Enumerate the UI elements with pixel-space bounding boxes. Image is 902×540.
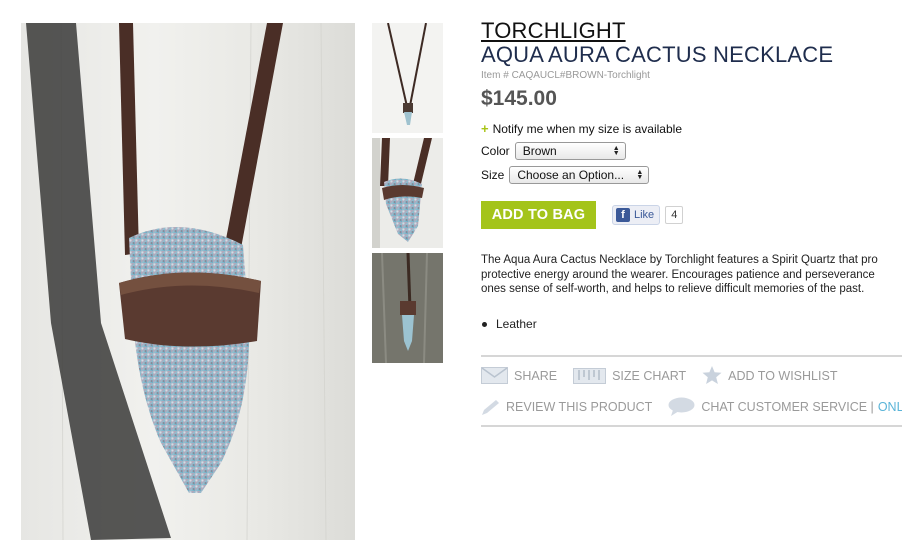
chat-label: CHAT CUSTOMER SERVICE | <box>701 400 874 414</box>
notify-link[interactable]: + Notify me when my size is available <box>481 121 902 136</box>
size-select-value: Choose an Option... <box>517 168 625 182</box>
thumbnail-1[interactable] <box>372 23 443 133</box>
size-chart-button[interactable]: SIZE CHART <box>573 367 687 384</box>
list-item: Leather <box>481 317 537 331</box>
speech-bubble-icon <box>668 397 695 416</box>
size-chart-label: SIZE CHART <box>612 368 687 383</box>
size-label: Size <box>481 168 505 182</box>
review-button[interactable]: REVIEW THIS PRODUCT <box>481 399 652 416</box>
buy-row: ADD TO BAG f Like 4 <box>481 201 684 229</box>
notify-label: Notify me when my size is available <box>492 121 682 136</box>
facebook-like-button[interactable]: f Like <box>612 205 661 225</box>
chat-button[interactable]: CHAT CUSTOMER SERVICE | ONLINE <box>668 397 902 417</box>
divider <box>481 355 902 357</box>
share-button[interactable]: SHARE <box>481 367 557 384</box>
product-info: TORCHLIGHT AQUA AURA CACTUS NECKLACE Ite… <box>481 18 902 184</box>
materials-list: Leather <box>481 317 537 331</box>
thumbnail-2[interactable] <box>372 138 443 248</box>
like-label: Like <box>634 209 655 221</box>
review-label: REVIEW THIS PRODUCT <box>506 400 653 414</box>
add-to-bag-button[interactable]: ADD TO BAG <box>481 201 596 229</box>
facebook-like: f Like 4 <box>612 205 684 225</box>
share-label: SHARE <box>514 368 558 383</box>
color-label: Color <box>481 144 510 158</box>
size-option-row: Size Choose an Option... ▲ ▼ <box>481 166 902 184</box>
like-count: 4 <box>665 206 684 224</box>
thumbnail-3[interactable] <box>372 253 443 363</box>
product-title: AQUA AURA CACTUS NECKLACE <box>481 42 834 67</box>
add-to-wishlist-button[interactable]: ADD TO WISHLIST <box>702 366 837 385</box>
size-select[interactable]: Choose an Option... ▲ ▼ <box>509 166 650 184</box>
description-line: ones sense of self-worth, and helps to r… <box>481 283 865 295</box>
ruler-icon <box>573 367 607 384</box>
actions-row-1: SHARE SIZE CHART ADD TO WISHLIST <box>481 366 853 385</box>
product-price: $145.00 <box>481 87 557 110</box>
select-arrows-icon: ▲ ▼ <box>636 169 644 181</box>
color-select[interactable]: Brown ▲ ▼ <box>514 142 626 160</box>
divider <box>481 425 902 427</box>
pencil-icon <box>482 399 499 415</box>
brand-link[interactable]: TORCHLIGHT <box>481 18 902 43</box>
description-line: protective energy around the wearer. Enc… <box>481 268 875 281</box>
facebook-icon: f <box>616 208 630 222</box>
material-label: Leather <box>496 317 537 331</box>
select-arrows-icon: ▲ ▼ <box>612 145 620 157</box>
wishlist-label: ADD TO WISHLIST <box>728 368 838 383</box>
color-option-row: Color Brown ▲ ▼ <box>481 142 902 160</box>
star-icon <box>702 366 722 384</box>
bullet-icon <box>482 321 487 327</box>
product-description: The Aqua Aura Cactus Necklace by Torchli… <box>481 253 902 297</box>
actions-row-2: REVIEW THIS PRODUCT CHAT CUSTOMER SERVIC… <box>481 397 902 417</box>
description-line: The Aqua Aura Cactus Necklace by Torchli… <box>481 254 878 266</box>
color-select-value: Brown <box>522 144 557 158</box>
main-product-image[interactable] <box>21 23 355 540</box>
envelope-icon <box>481 367 508 384</box>
item-number: Item # CAQAUCL#BROWN-Torchlight <box>481 70 650 81</box>
online-status: ONLINE <box>877 400 902 414</box>
plus-icon: + <box>481 121 489 136</box>
